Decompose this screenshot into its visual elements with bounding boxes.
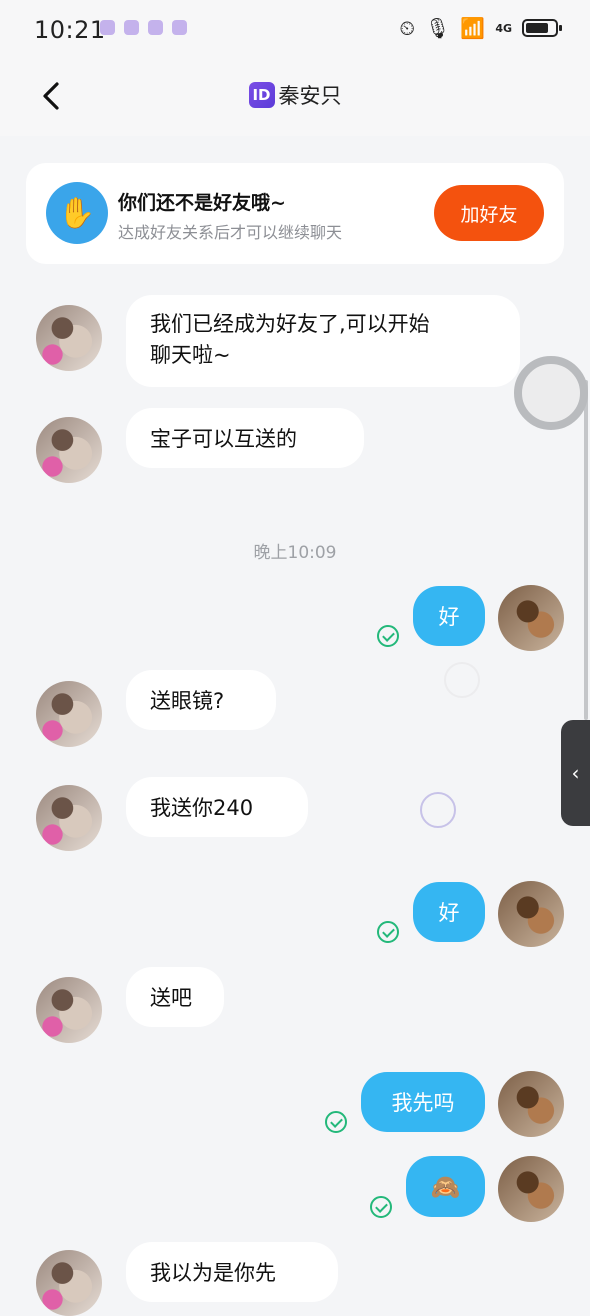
chat-title: ID 秦安只 <box>0 80 590 110</box>
message-text: 好 <box>438 605 460 629</box>
message-bubble-outgoing[interactable]: 好 <box>413 586 485 646</box>
contact-avatar[interactable] <box>36 977 102 1043</box>
side-panel-handle[interactable]: ‹ <box>561 720 590 826</box>
banner-subtitle: 达成好友关系后才可以继续聊天 <box>118 223 343 242</box>
contact-name: 秦安只 <box>278 84 342 108</box>
my-avatar[interactable] <box>498 881 564 947</box>
notification-icons <box>100 20 187 35</box>
battery-icon <box>522 19 562 37</box>
id-badge-icon: ID <box>248 82 275 108</box>
banner-title: 你们还不是好友哦~ <box>118 192 286 214</box>
floating-assist-ball[interactable] <box>514 356 588 430</box>
touch-indicator <box>444 662 480 698</box>
message-bubble-outgoing[interactable]: 好 <box>413 882 485 942</box>
message-bubble-incoming[interactable]: 我送你240 <box>126 777 308 837</box>
check-circle-icon <box>377 921 399 943</box>
app-notification-icon <box>148 20 163 35</box>
message-text: 我们已经成为好友了,可以开始 <box>150 312 430 336</box>
message-bubble-outgoing[interactable]: 🙈 <box>406 1156 485 1217</box>
network-type: 4G <box>495 21 512 35</box>
chevron-left-icon: ‹ <box>571 761 580 785</box>
message-bubble-incoming[interactable]: 送眼镜? <box>126 670 276 730</box>
my-avatar[interactable] <box>498 585 564 651</box>
app-notification-icon <box>124 20 139 35</box>
speed-icon: ⏲ <box>399 16 416 40</box>
message-bubble-incoming[interactable]: 宝子可以互送的 <box>126 408 364 468</box>
contact-avatar[interactable] <box>36 785 102 851</box>
status-time: 10:21 <box>34 16 106 44</box>
status-bar: 10:21 ⏲ 🎙 📶 4G <box>0 0 590 60</box>
contact-avatar[interactable] <box>36 1250 102 1316</box>
message-text: 我送你240 <box>150 796 254 820</box>
my-avatar[interactable] <box>498 1071 564 1137</box>
message-text: 送吧 <box>150 986 192 1010</box>
system-icons: ⏲ 🎙 📶 4G <box>399 16 562 40</box>
app-notification-icon <box>100 20 115 35</box>
add-friend-button[interactable]: 加好友 <box>434 185 544 241</box>
my-avatar[interactable] <box>498 1156 564 1222</box>
message-text: 我先吗 <box>391 1091 455 1115</box>
message-text: 宝子可以互送的 <box>150 427 297 451</box>
message-bubble-incoming[interactable]: 送吧 <box>126 967 224 1027</box>
check-circle-icon <box>377 625 399 647</box>
message-text: 好 <box>438 901 460 925</box>
app-notification-icon <box>172 20 187 35</box>
contact-avatar[interactable] <box>36 305 102 371</box>
touch-indicator <box>420 792 456 828</box>
message-bubble-incoming[interactable]: 我以为是你先 <box>126 1242 338 1302</box>
message-bubble-outgoing[interactable]: 我先吗 <box>361 1072 485 1132</box>
check-circle-icon <box>325 1111 347 1133</box>
contact-avatar[interactable] <box>36 681 102 747</box>
message-text: 送眼镜? <box>150 689 225 713</box>
hand-wave-icon: ✋ <box>46 182 108 244</box>
wifi-icon: 📶 <box>460 16 486 40</box>
message-timestamp: 晚上10:09 <box>253 543 337 563</box>
message-text: 聊天啦~ <box>150 343 231 367</box>
message-text: 我以为是你先 <box>150 1261 276 1285</box>
microphone-icon: 🎙 <box>425 16 451 40</box>
check-circle-icon <box>370 1196 392 1218</box>
scrollbar[interactable] <box>584 380 588 720</box>
see-no-evil-monkey-icon: 🙈 <box>430 1172 461 1201</box>
chat-header: ID 秦安只 <box>0 60 590 136</box>
add-friend-banner: ✋ 你们还不是好友哦~ 达成好友关系后才可以继续聊天 加好友 <box>26 163 564 264</box>
contact-avatar[interactable] <box>36 417 102 483</box>
message-bubble-incoming[interactable]: 我们已经成为好友了,可以开始 聊天啦~ <box>126 295 520 387</box>
